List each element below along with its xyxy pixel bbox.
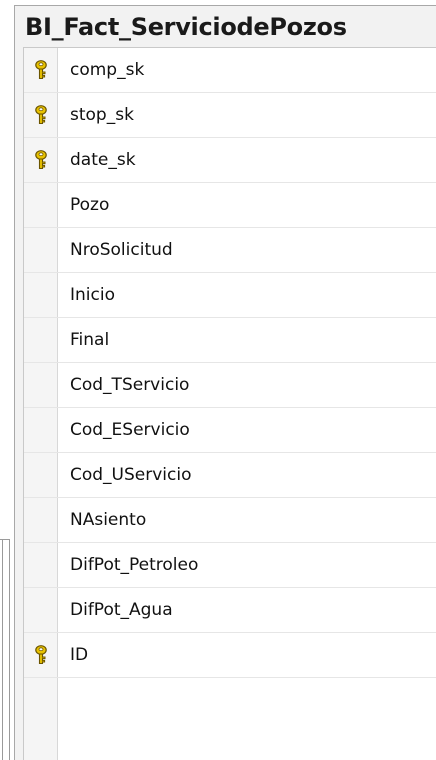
column-name: stop_sk (70, 105, 134, 125)
column-name: Cod_EServicio (70, 420, 190, 440)
adjacent-table-border (2, 540, 3, 760)
column-name: NroSolicitud (70, 240, 173, 260)
row-selector[interactable] (24, 273, 58, 318)
column-name: date_sk (70, 150, 136, 170)
column-row[interactable]: Final (24, 318, 436, 363)
row-selector[interactable] (24, 408, 58, 453)
key-icon (35, 105, 47, 125)
column-name: NAsiento (70, 510, 147, 530)
column-name: Cod_UServicio (70, 465, 192, 485)
row-selector[interactable] (24, 318, 58, 363)
column-name: DifPot_Petroleo (70, 555, 199, 575)
key-icon (35, 150, 47, 170)
column-name: Inicio (70, 285, 115, 305)
row-selector[interactable] (24, 228, 58, 273)
column-name: Pozo (70, 195, 110, 215)
row-selector[interactable] (24, 363, 58, 408)
key-icon (35, 60, 47, 80)
row-selector[interactable] (24, 48, 58, 93)
column-name: ID (70, 645, 89, 665)
column-row[interactable]: NroSolicitud (24, 228, 436, 273)
row-selector[interactable] (24, 138, 58, 183)
row-selector[interactable] (24, 453, 58, 498)
column-row[interactable]: Inicio (24, 273, 436, 318)
column-grid: comp_sk stop_sk date_sk Pozo NroSolicitud Ini… (23, 47, 436, 760)
column-row[interactable]: Pozo (24, 183, 436, 228)
table-title[interactable]: BI_Fact_ServiciodePozos (15, 6, 436, 46)
row-separator (24, 677, 436, 678)
column-name: Final (70, 330, 110, 350)
column-name: DifPot_Agua (70, 600, 173, 620)
column-row[interactable]: date_sk (24, 138, 436, 183)
row-selector[interactable] (24, 183, 58, 228)
column-row[interactable]: Cod_UServicio (24, 453, 436, 498)
column-row[interactable]: NAsiento (24, 498, 436, 543)
row-selector[interactable] (24, 543, 58, 588)
column-name: comp_sk (70, 60, 145, 80)
row-selector[interactable] (24, 498, 58, 543)
column-row[interactable]: comp_sk (24, 48, 436, 93)
row-selector[interactable] (24, 93, 58, 138)
column-name: Cod_TServicio (70, 375, 190, 395)
column-row[interactable]: ID (24, 633, 436, 678)
row-selector[interactable] (24, 588, 58, 633)
row-selector[interactable] (24, 633, 58, 678)
empty-selector-area (24, 678, 58, 760)
column-row[interactable]: stop_sk (24, 93, 436, 138)
adjacent-table-border (9, 540, 10, 760)
column-row[interactable]: DifPot_Petroleo (24, 543, 436, 588)
column-row[interactable]: Cod_TServicio (24, 363, 436, 408)
diagram-canvas: BI_Fact_ServiciodePozos comp_sk stop_skda… (0, 0, 436, 760)
key-icon (35, 645, 47, 665)
table-box[interactable]: BI_Fact_ServiciodePozos comp_sk stop_skda… (14, 5, 436, 760)
column-row[interactable]: DifPot_Agua (24, 588, 436, 633)
column-row[interactable]: Cod_EServicio (24, 408, 436, 453)
